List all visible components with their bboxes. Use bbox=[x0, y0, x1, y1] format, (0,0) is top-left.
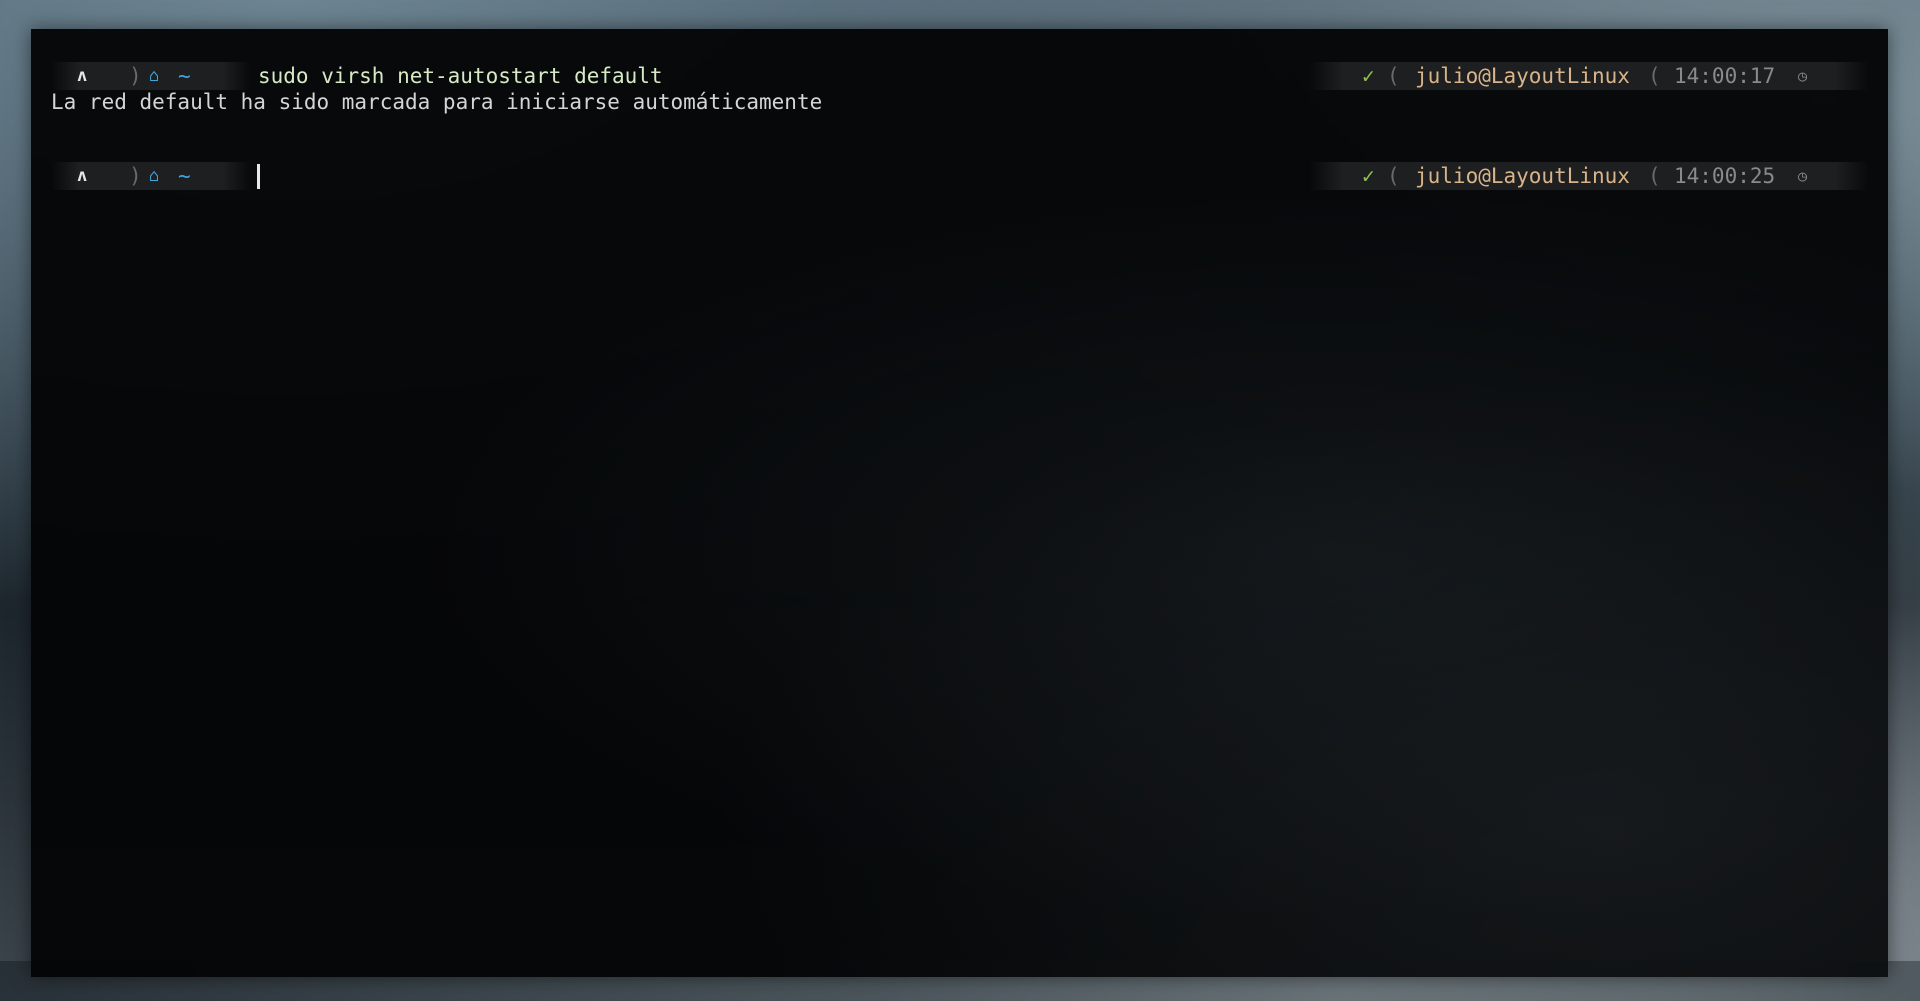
clock-icon: ◷ bbox=[1798, 167, 1808, 185]
prompt-line: ʌ ) ⌂ ~ sudo virsh net-autostart default… bbox=[31, 62, 1888, 90]
user-host: julio@LayoutLinux bbox=[1415, 64, 1630, 88]
arch-linux-icon: ʌ bbox=[77, 166, 88, 186]
terminal-window[interactable]: ʌ ) ⌂ ~ sudo virsh net-autostart default… bbox=[31, 29, 1888, 977]
prompt-separator: ( bbox=[1648, 64, 1661, 88]
prompt-line: ʌ ) ⌂ ~ ✓ ( julio@LayoutLinux ( 14:00:25… bbox=[31, 162, 1888, 190]
home-icon: ⌂ bbox=[149, 66, 160, 86]
checkmark-icon: ✓ bbox=[1362, 164, 1375, 188]
prompt-time: 14:00:17 bbox=[1674, 64, 1776, 88]
prompt-separator: ( bbox=[1648, 164, 1661, 188]
home-icon: ⌂ bbox=[149, 166, 160, 186]
prompt-separator: ( bbox=[1387, 64, 1400, 88]
arch-linux-icon: ʌ bbox=[77, 66, 88, 86]
checkmark-icon: ✓ bbox=[1362, 64, 1375, 88]
current-directory: ~ bbox=[178, 64, 191, 88]
current-directory: ~ bbox=[178, 164, 191, 188]
prompt-time: 14:00:25 bbox=[1674, 164, 1776, 188]
text-cursor bbox=[257, 164, 260, 189]
command-text[interactable]: sudo virsh net-autostart default bbox=[258, 62, 663, 90]
prompt-separator: ( bbox=[1387, 164, 1400, 188]
user-host: julio@LayoutLinux bbox=[1415, 164, 1630, 188]
prompt-separator: ) bbox=[129, 164, 142, 188]
output-line: La red default ha sido marcada para inic… bbox=[31, 88, 1888, 116]
command-output: La red default ha sido marcada para inic… bbox=[51, 90, 823, 114]
prompt-separator: ) bbox=[129, 64, 142, 88]
clock-icon: ◷ bbox=[1798, 67, 1808, 85]
